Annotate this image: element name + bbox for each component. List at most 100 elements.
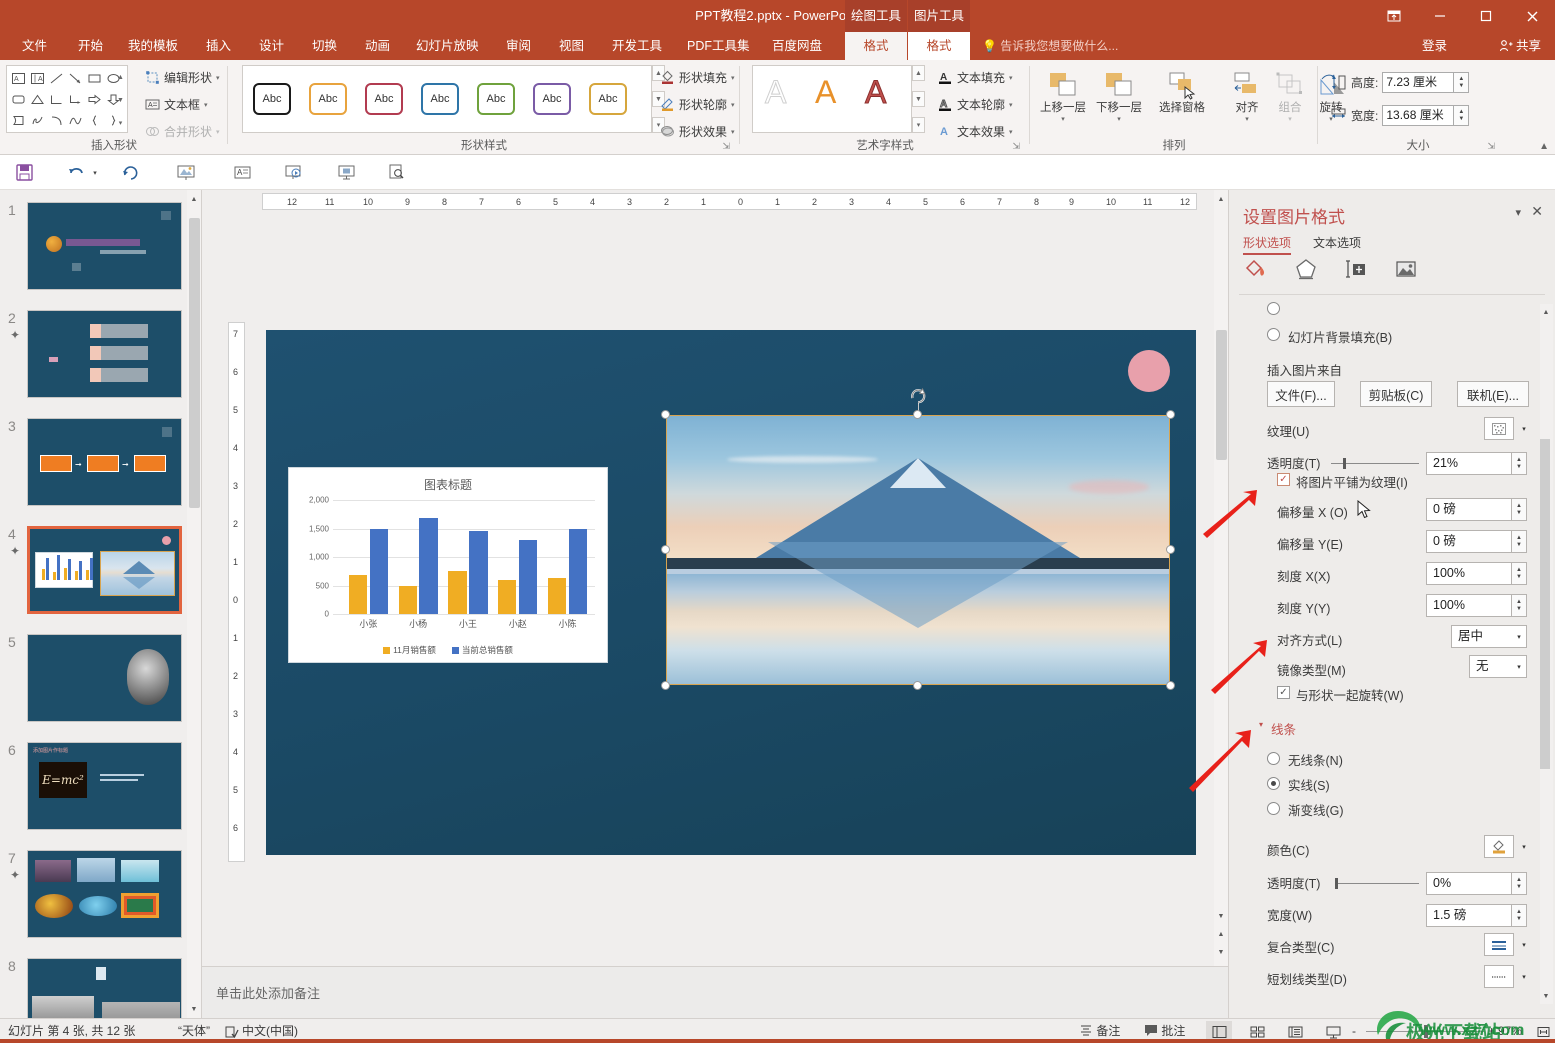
height-spinner[interactable]: ▲ ▼: [1454, 72, 1470, 93]
dash-type-button[interactable]: [1484, 965, 1514, 988]
text-outline-button[interactable]: A 文本轮廓 ▾: [938, 96, 1013, 113]
redo-icon[interactable]: [116, 159, 144, 186]
slides-thumbnail-pane[interactable]: 1 2 ✦ 3 ➞ ➞ 4 ✦ 5 6 添加图片作标题 E=mc² 7 ✦ 8 …: [0, 190, 202, 1018]
slideshow-current-slide-icon[interactable]: [332, 159, 360, 186]
shapes-gallery[interactable]: A A ▲ ▼ ▾: [6, 65, 128, 133]
scale-y-spinner[interactable]: ▲ ▼: [1512, 594, 1527, 617]
text-fill-caret-icon[interactable]: ▾: [1009, 74, 1013, 82]
wordart-style-3[interactable]: A: [864, 74, 886, 111]
size-properties-icon[interactable]: [1343, 256, 1369, 282]
notes-placeholder[interactable]: 单击此处添加备注: [216, 983, 320, 1002]
restore-icon[interactable]: [1463, 0, 1509, 32]
height-input[interactable]: 7.23 厘米: [1382, 72, 1455, 93]
shape-rounded-rectangle-icon[interactable]: [9, 89, 28, 110]
tell-me-box[interactable]: 💡 告诉我您想要做什么...: [982, 32, 1118, 60]
text-effects-caret-icon[interactable]: ▾: [1009, 128, 1013, 136]
offset-y-input[interactable]: 0 磅: [1426, 530, 1512, 553]
tab-animations[interactable]: 动画: [355, 32, 400, 60]
slideshow-from-start-icon[interactable]: [280, 159, 308, 186]
text-box-caret-icon[interactable]: ▾: [204, 101, 208, 109]
pane-close-icon[interactable]: ✕: [1531, 203, 1543, 220]
shapes-more-icon[interactable]: ▾: [115, 112, 126, 133]
compound-type-button[interactable]: [1484, 933, 1514, 956]
slides-scroll-thumb[interactable]: [189, 218, 200, 508]
resize-handle-n[interactable]: [913, 410, 922, 419]
effects-icon[interactable]: [1293, 256, 1319, 282]
tab-my-template[interactable]: 我的模板: [118, 32, 188, 60]
fill-line-icon[interactable]: [1243, 256, 1269, 282]
label-gradient-line[interactable]: 渐变线(G): [1288, 800, 1344, 819]
shapes-gallery-scroll[interactable]: ▲ ▼ ▾: [115, 67, 126, 133]
shape-style-5[interactable]: Abc: [477, 83, 515, 115]
wordart-style-2[interactable]: A: [815, 74, 836, 111]
thumbnail-slide-5[interactable]: 5: [0, 634, 201, 730]
tab-shape-options[interactable]: 形状选项: [1243, 234, 1292, 255]
tab-file[interactable]: 文件: [12, 32, 57, 60]
texture-dropdown-icon[interactable]: ▾: [1516, 417, 1532, 440]
thumbnail-preview[interactable]: [27, 958, 182, 1018]
resize-handle-w[interactable]: [661, 545, 670, 554]
offset-x-input[interactable]: 0 磅: [1426, 498, 1512, 521]
shape-style-2[interactable]: Abc: [309, 83, 347, 115]
thumbnail-slide-8[interactable]: 8: [0, 958, 201, 1018]
editor-scroll-thumb[interactable]: [1216, 330, 1227, 460]
chart-object[interactable]: 图表标题 2,000 1,500 1,000 500 0 小张 小杨 小王 小赵…: [288, 467, 608, 663]
selection-pane-button[interactable]: 选择窗格: [1147, 66, 1217, 115]
minimize-icon[interactable]: [1417, 0, 1463, 32]
pane-scroll-up-icon[interactable]: ▲: [1540, 304, 1552, 320]
scale-x-input[interactable]: 100%: [1426, 562, 1512, 585]
tab-transitions[interactable]: 切换: [302, 32, 347, 60]
width-input[interactable]: 13.68 厘米: [1382, 105, 1455, 126]
wordart-gallery-scroll[interactable]: ▲ ▼ ▾: [912, 65, 925, 133]
share-button[interactable]: 共享: [1499, 32, 1541, 60]
shape-right-arrow-icon[interactable]: [85, 89, 104, 110]
shape-style-4[interactable]: Abc: [421, 83, 459, 115]
thumbnail-preview-selected[interactable]: [27, 526, 182, 614]
line-color-button[interactable]: [1484, 835, 1514, 858]
shape-style-7[interactable]: Abc: [589, 83, 627, 115]
resize-handle-ne[interactable]: [1166, 410, 1175, 419]
tab-drawing-format[interactable]: 格式: [845, 32, 907, 60]
shape-outline-button[interactable]: 形状轮廓 ▾: [660, 96, 735, 113]
shape-styles-dialog-launcher[interactable]: ⇲: [722, 141, 730, 152]
wordart-scroll-up-icon[interactable]: ▲: [912, 65, 925, 81]
undo-dropdown-icon[interactable]: ▾: [88, 159, 102, 186]
button-from-file[interactable]: 文件(F)...: [1267, 381, 1335, 407]
pane-options-icon[interactable]: ▾: [1515, 206, 1521, 219]
print-preview-icon[interactable]: [382, 159, 410, 186]
send-backward-button[interactable]: 下移一层 ▾: [1091, 66, 1147, 123]
button-from-clipboard[interactable]: 剪贴板(C): [1360, 381, 1432, 407]
checkbox-tile-picture[interactable]: ✓: [1277, 473, 1290, 486]
resize-handle-se[interactable]: [1166, 681, 1175, 690]
text-box-button[interactable]: A 文本框 ▾: [145, 96, 208, 113]
tab-home[interactable]: 开始: [68, 32, 113, 60]
texture-swatch-button[interactable]: [1484, 417, 1514, 440]
thumbnail-slide-6[interactable]: 6 添加图片作标题 E=mc²: [0, 742, 201, 838]
tab-design[interactable]: 设计: [249, 32, 294, 60]
tab-review[interactable]: 审阅: [496, 32, 541, 60]
offset-y-spinner[interactable]: ▲ ▼: [1512, 530, 1527, 553]
shape-outline-caret-icon[interactable]: ▾: [731, 101, 735, 109]
shape-elbow-arrow-icon[interactable]: [66, 89, 85, 110]
shape-style-6[interactable]: Abc: [533, 83, 571, 115]
thumbnail-preview[interactable]: ➞ ➞: [27, 418, 182, 506]
shape-vertical-textbox-icon[interactable]: A: [28, 68, 47, 89]
radio-slide-background-fill[interactable]: [1267, 328, 1280, 341]
selected-picture[interactable]: [661, 387, 1175, 690]
label-solid-line[interactable]: 实线(S): [1288, 775, 1330, 794]
wordart-style-1[interactable]: A: [764, 74, 786, 111]
mirror-dropdown-icon[interactable]: ▾: [1511, 655, 1527, 678]
label-slide-background-fill[interactable]: 幻灯片背景填充(B): [1288, 327, 1392, 346]
thumbnail-slide-4[interactable]: 4 ✦: [0, 526, 201, 622]
editor-next-slide-icon[interactable]: ▼: [1215, 908, 1227, 924]
line-transparency-track[interactable]: [1335, 883, 1419, 884]
wordart-more-icon[interactable]: ▾: [912, 117, 925, 133]
size-dialog-launcher[interactable]: ⇲: [1487, 141, 1495, 152]
line-transparency-input[interactable]: 0%: [1426, 872, 1512, 895]
compound-type-dropdown-icon[interactable]: ▾: [1516, 933, 1532, 956]
thumbnail-slide-7[interactable]: 7 ✦: [0, 850, 201, 946]
thumbnail-preview[interactable]: 添加图片作标题 E=mc²: [27, 742, 182, 830]
pane-scroll-thumb[interactable]: [1540, 439, 1550, 769]
tab-view[interactable]: 视图: [549, 32, 594, 60]
line-color-dropdown-icon[interactable]: ▾: [1516, 835, 1532, 858]
